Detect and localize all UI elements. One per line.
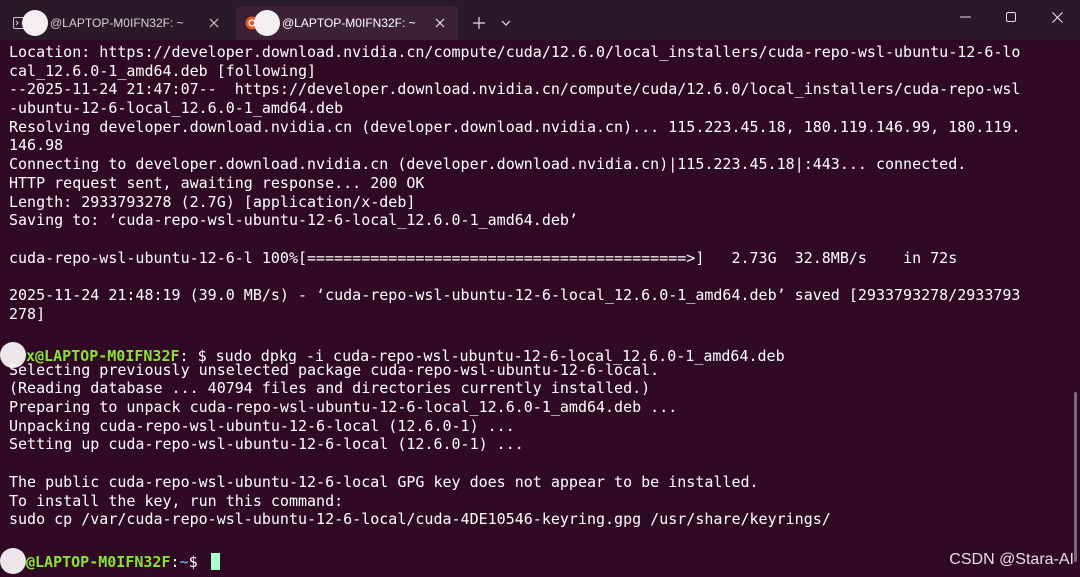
output-line: 146.98 <box>9 136 64 155</box>
output-line: -ubuntu-12-6-local_12.6.0-1_amd64.deb <box>9 99 344 118</box>
output-line: sudo cp /var/cuda-repo-wsl-ubuntu-12-6-l… <box>9 510 831 529</box>
dpkg-output: Selecting previously unselected package … <box>9 361 1080 548</box>
tab-2[interactable]: @LAPTOP-M0IFN32F: ~ <box>236 6 458 40</box>
scrollbar[interactable] <box>1074 392 1077 562</box>
tab-2-close-icon[interactable] <box>432 15 448 31</box>
chevron-down-icon[interactable] <box>494 6 518 40</box>
output-line: Unpacking cuda-repo-wsl-ubuntu-12-6-loca… <box>9 416 515 435</box>
window-controls <box>942 0 1080 34</box>
close-icon[interactable] <box>1034 0 1080 34</box>
output-line: 278] <box>9 304 46 323</box>
output-line: cuda-repo-wsl-ubuntu-12-6-l 100%[=======… <box>9 248 958 267</box>
tab-1[interactable]: @LAPTOP-M0IFN32F: ~ <box>4 6 232 40</box>
output-line: Location: https://developer.download.nvi… <box>9 43 1021 61</box>
text-cursor <box>210 552 220 570</box>
user-avatar <box>22 10 48 36</box>
output-line: 2025-11-24 21:48:19 (39.0 MB/s) - ‘cuda-… <box>9 285 1021 304</box>
watermark: CSDN @Stara-AI <box>949 551 1074 568</box>
title-bar: @LAPTOP-M0IFN32F: ~ @LAPTOP-M0IFN32F: ~ <box>0 0 1080 40</box>
tab-1-title: @LAPTOP-M0IFN32F: ~ <box>50 16 184 30</box>
prompt-line-1: x@LAPTOP-M0IFN32F: $ sudo dpkg -i cuda-r… <box>0 342 1080 368</box>
tab-1-close-icon[interactable] <box>206 15 222 31</box>
output-line: cal_12.6.0-1_amd64.deb [following] <box>9 61 317 80</box>
minimize-icon[interactable] <box>942 0 988 34</box>
maximize-icon[interactable] <box>988 0 1034 34</box>
output-line: Resolving developer.download.nvidia.cn (… <box>9 117 1021 136</box>
prompt-dollar: $ <box>188 552 207 571</box>
output-line: Length: 2933793278 (2.7G) [application/x… <box>9 192 416 211</box>
user-avatar <box>0 547 26 574</box>
prompt-path: ~ <box>179 552 189 571</box>
output-line: The public cuda-repo-wsl-ubuntu-12-6-loc… <box>9 472 759 491</box>
new-tab-plus-icon[interactable] <box>464 6 494 40</box>
user-avatar <box>254 10 280 36</box>
output-line: (Reading database ... 40794 files and di… <box>9 379 651 398</box>
output-line: Saving to: ‘cuda-repo-wsl-ubuntu-12-6-lo… <box>9 211 578 230</box>
output-line: Preparing to unpack cuda-repo-wsl-ubuntu… <box>9 398 678 417</box>
terminal-output[interactable]: Location: https://developer.download.nvi… <box>0 40 1080 577</box>
output-line: To install the key, run this command: <box>9 491 344 510</box>
prompt-colon: : <box>170 552 180 571</box>
prompt-line-2: @LAPTOP-M0IFN32F:~$ <box>0 547 1080 574</box>
download-output: Location: https://developer.download.nvi… <box>9 43 1080 342</box>
terminal-window: @LAPTOP-M0IFN32F: ~ @LAPTOP-M0IFN32F: ~ <box>0 0 1080 577</box>
prompt-user: @LAPTOP-M0IFN32F <box>26 552 171 571</box>
output-line: --2025-11-24 21:47:07-- https://develope… <box>9 80 1021 99</box>
output-line: Setting up cuda-repo-wsl-ubuntu-12-6-loc… <box>9 435 524 454</box>
output-line: Selecting previously unselected package … <box>9 360 660 379</box>
output-line: Connecting to developer.download.nvidia.… <box>9 155 967 174</box>
output-line: HTTP request sent, awaiting response... … <box>9 173 425 192</box>
tab-2-title: @LAPTOP-M0IFN32F: ~ <box>282 16 416 30</box>
